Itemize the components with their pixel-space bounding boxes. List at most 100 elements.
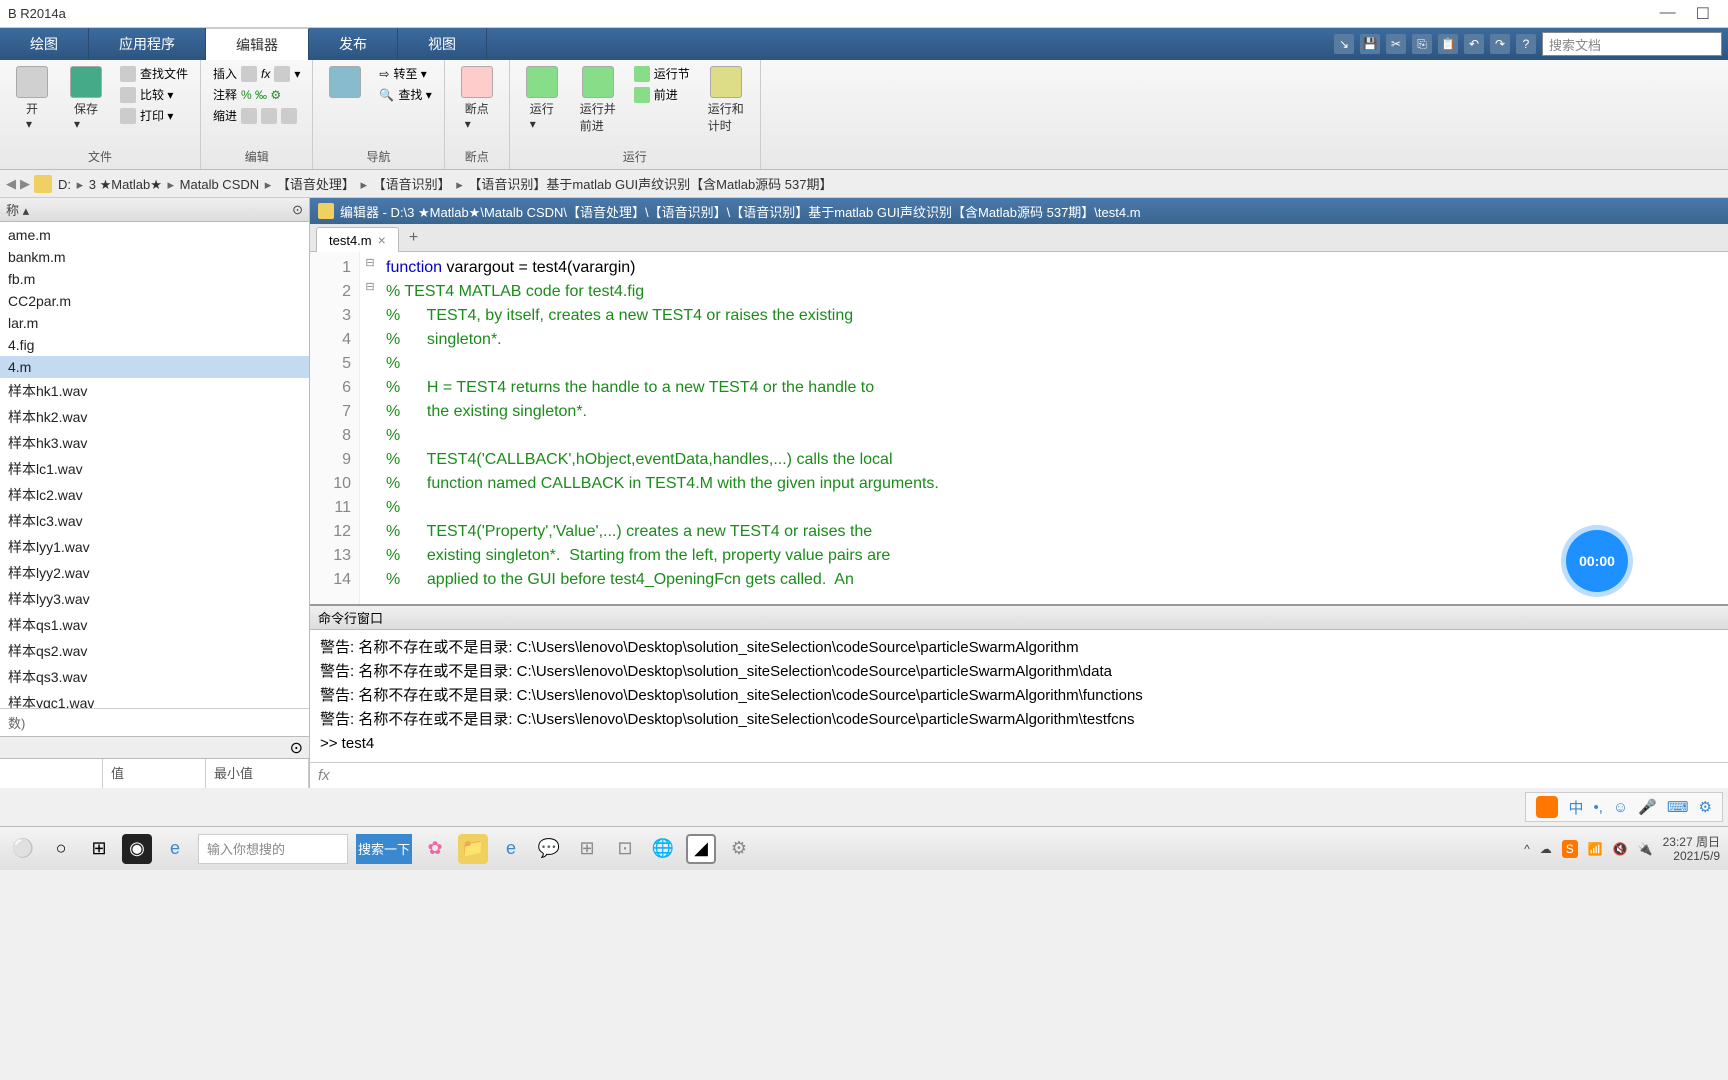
tab-2[interactable]: 编辑器 (206, 28, 309, 60)
run-time-button[interactable]: 运行和计时 (700, 64, 752, 136)
file-item[interactable]: 样本lc1.wav (0, 456, 309, 482)
tab-3[interactable]: 发布 (309, 28, 398, 60)
browser-icon[interactable]: 🌐 (648, 834, 678, 864)
breadcrumb-part[interactable]: D: (56, 177, 73, 192)
close-tab-icon[interactable]: × (378, 232, 386, 248)
insert-button[interactable]: 插入 fx ▾ (209, 64, 304, 83)
sogou-icon[interactable] (1536, 796, 1558, 818)
file-item[interactable]: 4.fig (0, 334, 309, 356)
cloud-icon[interactable]: ☁ (1540, 842, 1552, 856)
battery-icon[interactable]: 🔌 (1638, 842, 1653, 856)
search-circle-icon[interactable]: ⚪ (8, 834, 38, 864)
taskbar-search-button[interactable]: 搜索一下 (356, 834, 412, 864)
advance-button[interactable]: 前进 (630, 85, 694, 104)
explorer-icon[interactable]: 📁 (458, 834, 488, 864)
tab-1[interactable]: 应用程序 (89, 28, 206, 60)
matlab-icon[interactable]: ◢ (686, 834, 716, 864)
indent-button[interactable]: 缩进 (209, 106, 304, 125)
file-item[interactable]: 4.m (0, 356, 309, 378)
breadcrumb-part[interactable]: 【语音识别】 (371, 177, 453, 192)
print-button[interactable]: 打印 ▾ (116, 106, 192, 125)
file-item[interactable]: 样本hk1.wav (0, 378, 309, 404)
qa-icon[interactable]: ↘ (1334, 34, 1354, 54)
redo-icon[interactable]: ↷ (1490, 34, 1510, 54)
file-item[interactable]: fb.m (0, 268, 309, 290)
save-icon[interactable]: 💾 (1360, 34, 1380, 54)
breadcrumb-part[interactable]: 3 ★Matlab★ (87, 177, 164, 192)
back-icon[interactable]: ◀ (6, 176, 16, 192)
clock[interactable]: 23:27 周日 2021/5/9 (1663, 835, 1720, 863)
open-button[interactable]: 开▾ (8, 64, 56, 133)
file-list[interactable]: ame.mbankm.mfb.mCC2par.mlar.m4.fig4.m样本h… (0, 222, 309, 708)
app-icon-4[interactable]: ⚙ (724, 834, 754, 864)
app-icon-3[interactable]: ⊡ (610, 834, 640, 864)
file-item[interactable]: ame.m (0, 224, 309, 246)
run-section-button[interactable]: 运行节 (630, 64, 694, 83)
file-item[interactable]: 样本qs2.wav (0, 638, 309, 664)
tab-4[interactable]: 视图 (398, 28, 487, 60)
run-advance-button[interactable]: 运行并前进 (572, 64, 624, 136)
file-item[interactable]: 样本lyy3.wav (0, 586, 309, 612)
fx-prompt[interactable]: fx (310, 762, 1728, 788)
run-button[interactable]: 运行▾ (518, 64, 566, 133)
fwd-icon[interactable]: ▶ (20, 176, 30, 192)
ime-keyboard-icon[interactable]: ⌨ (1667, 798, 1689, 816)
find-files-button[interactable]: 查找文件 (116, 64, 192, 83)
compare-button[interactable]: 比较 ▾ (116, 85, 192, 104)
ime-voice-icon[interactable]: 🎤 (1638, 798, 1657, 816)
file-item[interactable]: CC2par.m (0, 290, 309, 312)
chevron-icon[interactable]: ⊙ (290, 738, 303, 758)
comment-button[interactable]: 注释 % ‰ ⚙ (209, 85, 304, 104)
app-icon-1[interactable]: ✿ (420, 834, 450, 864)
file-item[interactable]: 样本hk3.wav (0, 430, 309, 456)
collapse-icon[interactable]: ⊙ (292, 202, 303, 218)
file-item[interactable]: 样本lc3.wav (0, 508, 309, 534)
edge-icon[interactable]: e (496, 834, 526, 864)
find-button[interactable]: 🔍 查找 ▾ (375, 85, 435, 104)
breakpoint-button[interactable]: 断点▾ (453, 64, 501, 133)
volume-icon[interactable]: 🔇 (1613, 842, 1628, 856)
file-tab[interactable]: test4.m × (316, 227, 399, 252)
save-button[interactable]: 保存▾ (62, 64, 110, 133)
add-tab-button[interactable]: + (399, 225, 428, 251)
file-item[interactable]: 样本qs1.wav (0, 612, 309, 638)
ime-punct-icon[interactable]: •, (1593, 799, 1602, 816)
breadcrumb-part[interactable]: 【语音识别】基于matlab GUI声纹识别【含Matlab源码 537期】 (466, 177, 834, 192)
wechat-icon[interactable]: 💬 (534, 834, 564, 864)
ime-emoji-icon[interactable]: ☺ (1613, 799, 1628, 816)
paste-icon[interactable]: 📋 (1438, 34, 1458, 54)
obs-icon[interactable]: ◉ (122, 834, 152, 864)
timer-badge[interactable]: 00:00 (1566, 530, 1628, 592)
folder-icon[interactable] (34, 175, 52, 193)
code-editor[interactable]: 1234567891011121314 ⊟⊟ function varargou… (310, 252, 1728, 604)
undo-icon[interactable]: ↶ (1464, 34, 1484, 54)
cortana-icon[interactable]: ○ (46, 834, 76, 864)
breadcrumb-part[interactable]: Matalb CSDN (178, 177, 261, 192)
copy-icon[interactable]: ⎘ (1412, 34, 1432, 54)
file-item[interactable]: 样本hk2.wav (0, 404, 309, 430)
tab-0[interactable]: 绘图 (0, 28, 89, 60)
file-item[interactable]: lar.m (0, 312, 309, 334)
command-window[interactable]: 警告: 名称不存在或不是目录: C:\Users\lenovo\Desktop\… (310, 630, 1728, 762)
tray-up-icon[interactable]: ^ (1524, 842, 1530, 856)
nav-button[interactable] (321, 64, 369, 102)
ime-settings-icon[interactable]: ⚙ (1699, 798, 1712, 816)
goto-button[interactable]: ⇨ 转至 ▾ (375, 64, 435, 83)
search-docs-input[interactable]: 搜索文档 (1542, 32, 1722, 56)
file-item[interactable]: 样本lyy2.wav (0, 560, 309, 586)
minimize-icon[interactable]: — (1660, 4, 1676, 24)
help-icon[interactable]: ? (1516, 34, 1536, 54)
sogou-tray-icon[interactable]: S (1562, 840, 1578, 858)
wifi-icon[interactable]: 📶 (1588, 842, 1603, 856)
file-item[interactable]: 样本qs3.wav (0, 664, 309, 690)
cut-icon[interactable]: ✂ (1386, 34, 1406, 54)
taskbar-search-input[interactable]: 输入你想搜的 (198, 834, 348, 864)
app-icon-2[interactable]: ⊞ (572, 834, 602, 864)
taskview-icon[interactable]: ⊞ (84, 834, 114, 864)
file-item[interactable]: 样本lc2.wav (0, 482, 309, 508)
ie-icon[interactable]: e (160, 834, 190, 864)
ime-lang[interactable]: 中 (1568, 797, 1583, 818)
file-item[interactable]: 样本lyy1.wav (0, 534, 309, 560)
maximize-icon[interactable]: ☐ (1696, 4, 1710, 24)
file-item[interactable]: bankm.m (0, 246, 309, 268)
